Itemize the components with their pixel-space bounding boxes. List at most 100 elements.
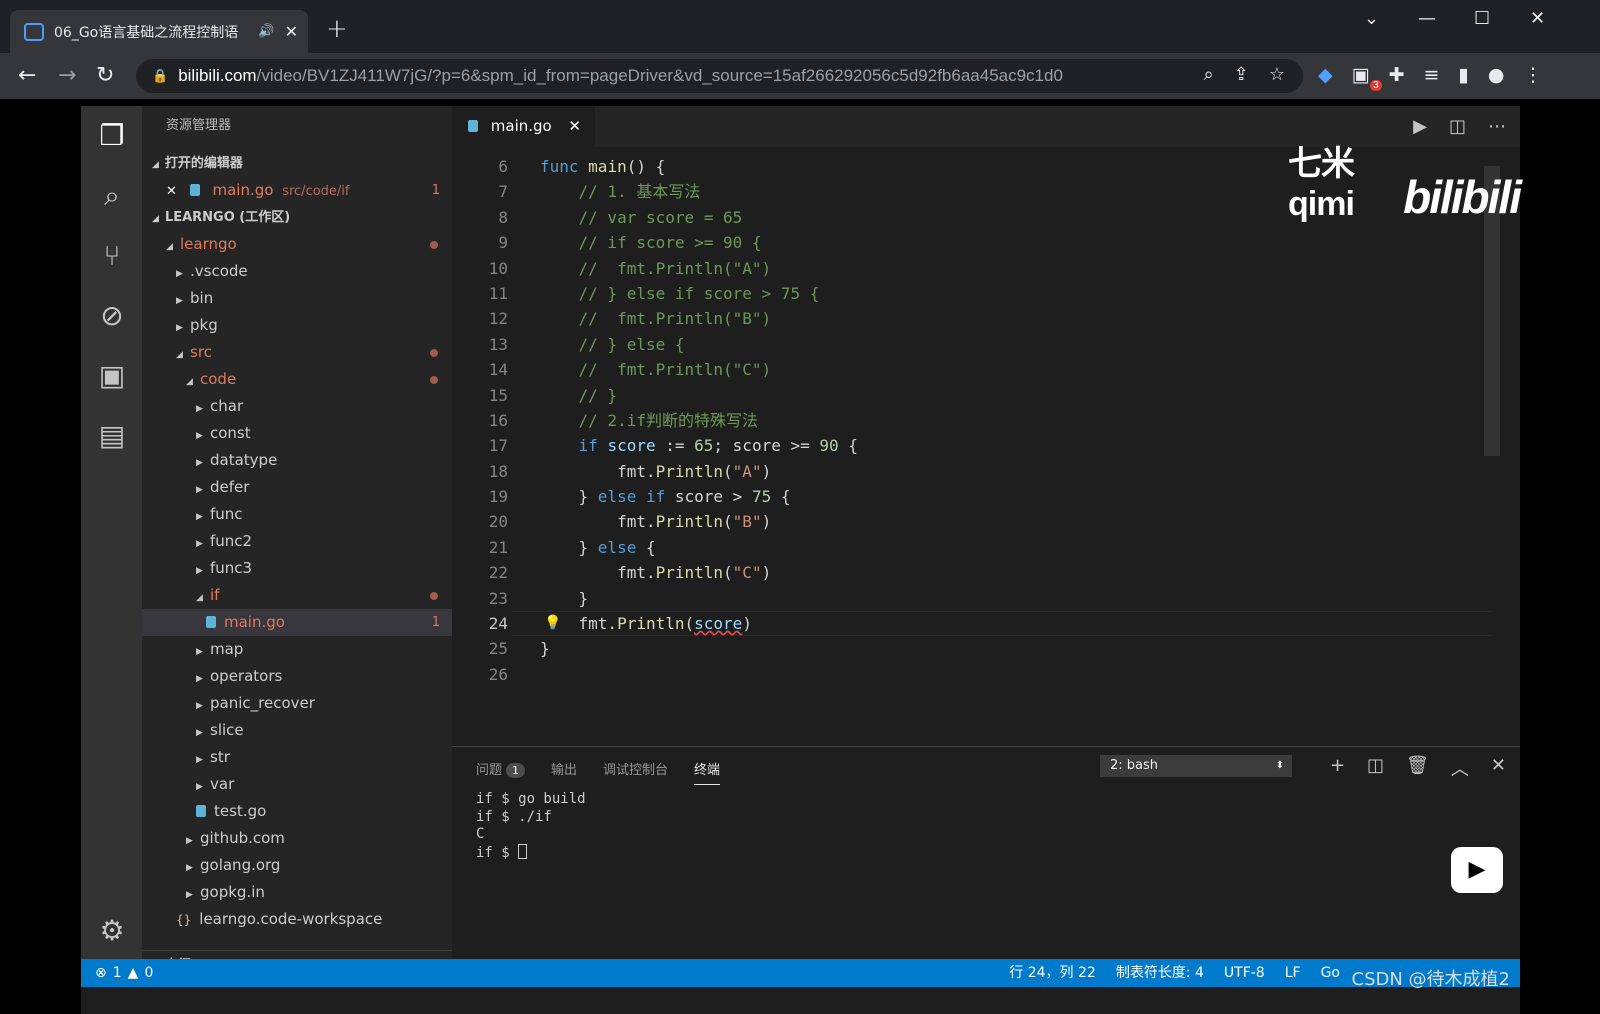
panel-tab[interactable]: 调试控制台: [603, 759, 668, 785]
menu-dots-icon[interactable]: ⋮: [1523, 64, 1542, 86]
close-icon[interactable]: ✕: [166, 184, 177, 199]
tree-item-var[interactable]: ▶ var: [142, 771, 452, 798]
panel-tab[interactable]: 终端: [694, 759, 721, 785]
modified-dot: [430, 241, 438, 249]
tree-item-datatype[interactable]: ▶ datatype: [142, 447, 452, 474]
open-editor-item[interactable]: ✕ main.go src/code/if 1: [142, 177, 452, 204]
tree-item-const[interactable]: ▶ const: [142, 420, 452, 447]
minimize-icon[interactable]: —: [1418, 8, 1436, 29]
side-panel-icon[interactable]: ▮: [1458, 64, 1468, 86]
forward-arrow-icon[interactable]: →: [58, 63, 76, 88]
new-terminal-icon[interactable]: +: [1330, 755, 1345, 781]
problem-count: 1: [431, 183, 440, 198]
encoding[interactable]: UTF-8: [1224, 959, 1265, 987]
tree-item-test-go[interactable]: test.go: [142, 798, 452, 825]
profile-avatar-icon[interactable]: ●: [1488, 64, 1505, 86]
tree-item-src[interactable]: ◢ src: [142, 339, 452, 366]
reload-icon[interactable]: ↻: [96, 63, 114, 88]
bilibili-play-icon[interactable]: ▶: [1451, 847, 1503, 893]
tree-item-if[interactable]: ◢ if: [142, 582, 452, 609]
back-arrow-icon[interactable]: ←: [18, 63, 36, 88]
bookmark-star-icon[interactable]: ☆: [1269, 64, 1285, 85]
tree-item-func2[interactable]: ▶ func2: [142, 528, 452, 555]
extensions-icon[interactable]: ▣: [95, 359, 129, 393]
panel-tab[interactable]: 问题 1: [476, 759, 526, 785]
speaker-icon[interactable]: 🔊: [258, 24, 274, 39]
extension-diamond-icon[interactable]: ◆: [1318, 64, 1333, 86]
tree-item-label: learngo.code-workspace: [199, 910, 383, 928]
go-file-icon: [189, 184, 200, 196]
more-actions-icon[interactable]: ⋯: [1488, 116, 1506, 137]
tree-item-panic-recover[interactable]: ▶ panic_recover: [142, 690, 452, 717]
browser-tab[interactable]: 06_Go语言基础之流程控制语 🔊 ✕: [10, 10, 308, 53]
tree-item-func[interactable]: ▶ func: [142, 501, 452, 528]
tree-item-operators[interactable]: ▶ operators: [142, 663, 452, 690]
tab-size[interactable]: 制表符长度: 4: [1116, 959, 1204, 987]
problems-status[interactable]: ⊗ 1 ▲ 0: [95, 959, 153, 987]
cursor-position[interactable]: 行 24，列 22: [1009, 959, 1096, 987]
folder-icon[interactable]: ▤: [95, 419, 129, 453]
new-tab-button[interactable]: +: [326, 14, 348, 44]
close-tab-icon[interactable]: ✕: [568, 106, 581, 147]
open-editors-header[interactable]: ◢ 打开的编辑器: [142, 150, 452, 177]
split-terminal-icon[interactable]: ◫: [1367, 755, 1384, 781]
terminal-cursor: [518, 843, 528, 859]
media-queue-icon[interactable]: ≡: [1424, 64, 1440, 86]
window-close-icon[interactable]: ✕: [1530, 8, 1545, 29]
close-panel-icon[interactable]: ✕: [1491, 755, 1506, 781]
code-text: fmt.Println(score): [540, 614, 752, 634]
tree-item-map[interactable]: ▶ map: [142, 636, 452, 663]
tree-item-str[interactable]: ▶ str: [142, 744, 452, 771]
panel-tab[interactable]: 输出: [551, 759, 577, 785]
share-icon[interactable]: ⇪: [1234, 64, 1249, 85]
tab-search-chevron-icon[interactable]: ⌄: [1364, 8, 1379, 29]
tree-item--vscode[interactable]: ▶ .vscode: [142, 258, 452, 285]
open-editors-label: 打开的编辑器: [164, 156, 243, 171]
tree-item-char[interactable]: ▶ char: [142, 393, 452, 420]
code-editor[interactable]: 6 func main() {7 // 1. 基本写法 8 // var score…: [452, 154, 1492, 687]
lock-icon[interactable]: 🔒: [152, 69, 168, 84]
settings-gear-icon[interactable]: ⚙: [95, 914, 129, 948]
tree-item-slice[interactable]: ▶ slice: [142, 717, 452, 744]
trash-icon[interactable]: 🗑: [1406, 755, 1429, 781]
tree-item-code[interactable]: ◢ code: [142, 366, 452, 393]
maximize-panel-icon[interactable]: ︿: [1451, 755, 1469, 781]
maximize-icon[interactable]: ☐: [1474, 8, 1490, 29]
source-control-icon[interactable]: ⑂: [95, 239, 129, 273]
tree-item-gopkg-in[interactable]: ▶ gopkg.in: [142, 879, 452, 906]
tree-item-defer[interactable]: ▶ defer: [142, 474, 452, 501]
search-icon[interactable]: ⌕: [95, 179, 129, 213]
tree-item-learngo-code-workspace[interactable]: {} learngo.code-workspace: [142, 906, 452, 933]
tree-item-label: golang.org: [200, 856, 281, 874]
tree-item-golang-org[interactable]: ▶ golang.org: [142, 852, 452, 879]
workspace-header[interactable]: ◢ LEARNGO (工作区): [142, 204, 452, 231]
editor-tab-main-go[interactable]: main.go ✕: [452, 106, 595, 147]
tree-item-bin[interactable]: ▶ bin: [142, 285, 452, 312]
tree-item-label: map: [210, 640, 244, 658]
split-editor-icon[interactable]: ◫: [1449, 116, 1466, 137]
tree-item-label: bin: [190, 289, 214, 307]
debug-icon[interactable]: ⊘: [95, 299, 129, 333]
code-text: } else if score > 75 {: [540, 487, 791, 507]
tree-item-label: func2: [210, 532, 253, 550]
tree-item-learngo[interactable]: ◢ learngo: [142, 231, 452, 258]
tab-close-icon[interactable]: ✕: [285, 22, 298, 41]
address-bar[interactable]: 🔒 bilibili.com /video/BV1ZJ411W7jG/?p=6&…: [136, 59, 1303, 93]
terminal-select[interactable]: 2: bash ⬍: [1100, 755, 1292, 777]
tree-item-func3[interactable]: ▶ func3: [142, 555, 452, 582]
extension-screen-icon[interactable]: ▣: [1352, 64, 1370, 86]
line-number: 8: [498, 207, 508, 227]
extensions-puzzle-icon[interactable]: ✚: [1389, 64, 1405, 86]
line-number: 16: [488, 410, 508, 430]
tree-item-main-go[interactable]: main.go 1: [142, 609, 452, 636]
line-number: 13: [488, 334, 508, 354]
language-mode[interactable]: Go: [1321, 959, 1340, 987]
problem-count: 1: [431, 615, 440, 630]
run-icon[interactable]: ▶: [1413, 116, 1427, 137]
tree-item-pkg[interactable]: ▶ pkg: [142, 312, 452, 339]
terminal-output[interactable]: if $ go build if $ ./if Cif $: [476, 791, 586, 862]
zoom-icon[interactable]: ⌕: [1204, 64, 1214, 85]
end-of-line[interactable]: LF: [1285, 959, 1301, 987]
tree-item-github-com[interactable]: ▶ github.com: [142, 825, 452, 852]
explorer-files-icon[interactable]: ❐: [95, 119, 129, 153]
